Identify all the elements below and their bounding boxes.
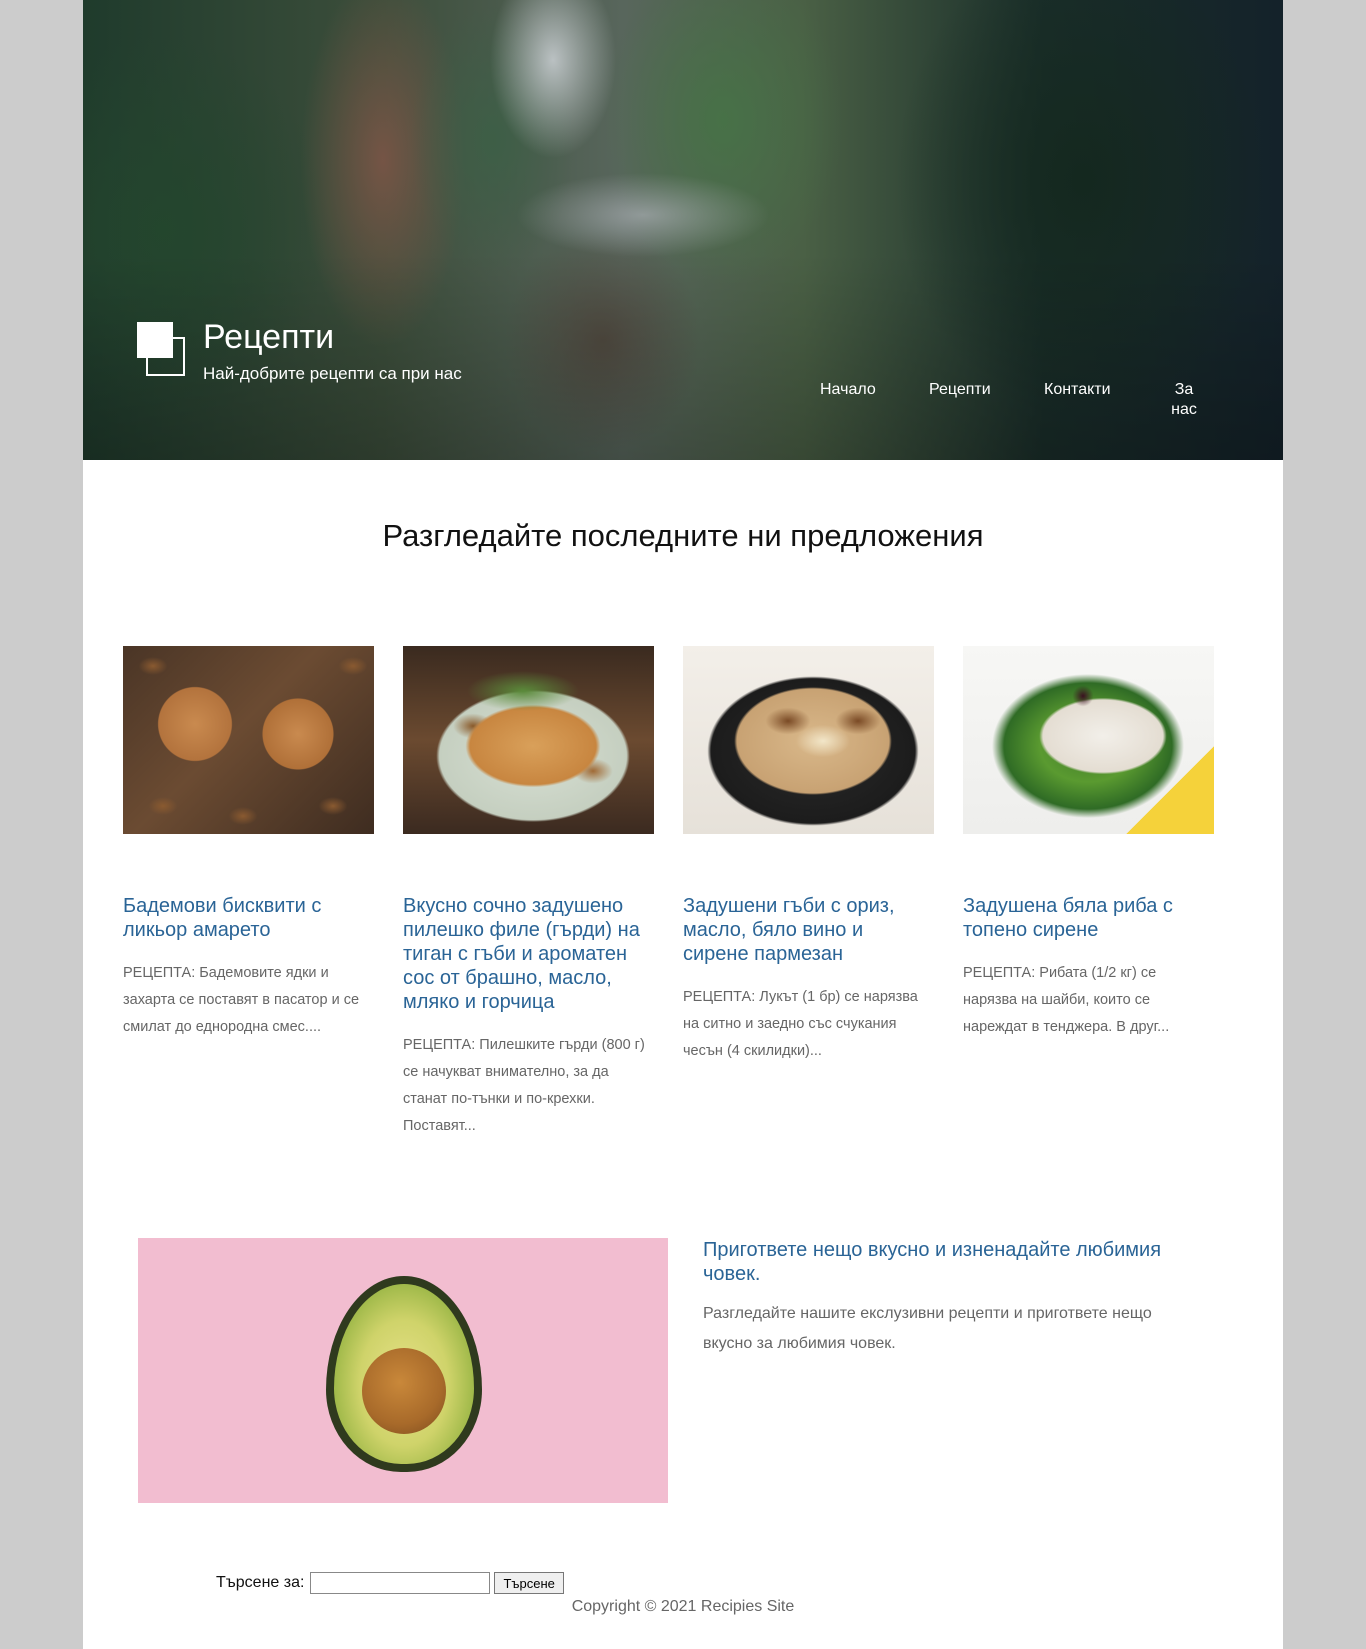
logo-icon[interactable] (137, 322, 189, 378)
recipe-title-link[interactable]: Задушена бяла риба с топено сирене (963, 894, 1214, 942)
section-heading: Разгледайте последните ни предложения (382, 518, 984, 553)
site-title[interactable]: Рецепти (203, 318, 334, 357)
recipe-excerpt: РЕЦЕПТА: Рибата (1/2 кг) се нарязва на ш… (963, 965, 1170, 1035)
nav-item-home[interactable]: Начало (820, 380, 876, 400)
recipe-image[interactable] (123, 646, 374, 834)
nav-item-about[interactable]: За нас (1163, 380, 1205, 420)
hero-header: Рецепти Най-добрите рецепти са при нас Н… (83, 0, 1283, 460)
recipe-title-link[interactable]: Бадемови бисквити с ликьор амарето (123, 894, 374, 942)
nav-item-contacts[interactable]: Контакти (1044, 380, 1111, 400)
recipe-title-link[interactable]: Задушени гъби с ориз, масло, бяло вино и… (683, 894, 934, 966)
recipe-card: Бадемови бисквити с ликьор амарето РЕЦЕП… (123, 646, 374, 1041)
recipe-card: Вкусно сочно задушено пилешко филе (гърд… (403, 646, 654, 1140)
page: Рецепти Най-добрите рецепти са при нас Н… (83, 0, 1283, 1649)
feature-text: Разгледайте нашите екслузивни рецепти и … (703, 1305, 1152, 1352)
recipe-title-link[interactable]: Вкусно сочно задушено пилешко филе (гърд… (403, 894, 654, 1014)
search-label: Търсене за: (216, 1574, 305, 1591)
recipe-image[interactable] (963, 646, 1214, 834)
recipe-image[interactable] (683, 646, 934, 834)
nav-item-recipes[interactable]: Рецепти (929, 380, 991, 400)
copyright-text: Copyright © 2021 Recipies Site (571, 1598, 795, 1615)
recipe-excerpt: РЕЦЕПТА: Бадемовите ядки и захарта се по… (123, 965, 360, 1035)
recipe-excerpt: РЕЦЕПТА: Пилешките гърди (800 г) се начу… (403, 1037, 645, 1134)
search-input[interactable] (310, 1572, 491, 1594)
search-form: Търсене за: Търсене (216, 1571, 564, 1595)
feature-title[interactable]: Пригответе нещо вкусно и изненадайте люб… (703, 1238, 1203, 1286)
feature-avocado-image (138, 1238, 668, 1503)
recipe-card: Задушена бяла риба с топено сирене РЕЦЕП… (963, 646, 1214, 1041)
main-nav: Начало Рецепти Контакти За нас (83, 380, 1283, 440)
recipe-excerpt: РЕЦЕПТА: Лукът (1 бр) се нарязва на ситн… (683, 989, 918, 1059)
recipe-image[interactable] (403, 646, 654, 834)
search-button[interactable]: Търсене (494, 1572, 564, 1594)
recipe-card: Задушени гъби с ориз, масло, бяло вино и… (683, 646, 934, 1065)
